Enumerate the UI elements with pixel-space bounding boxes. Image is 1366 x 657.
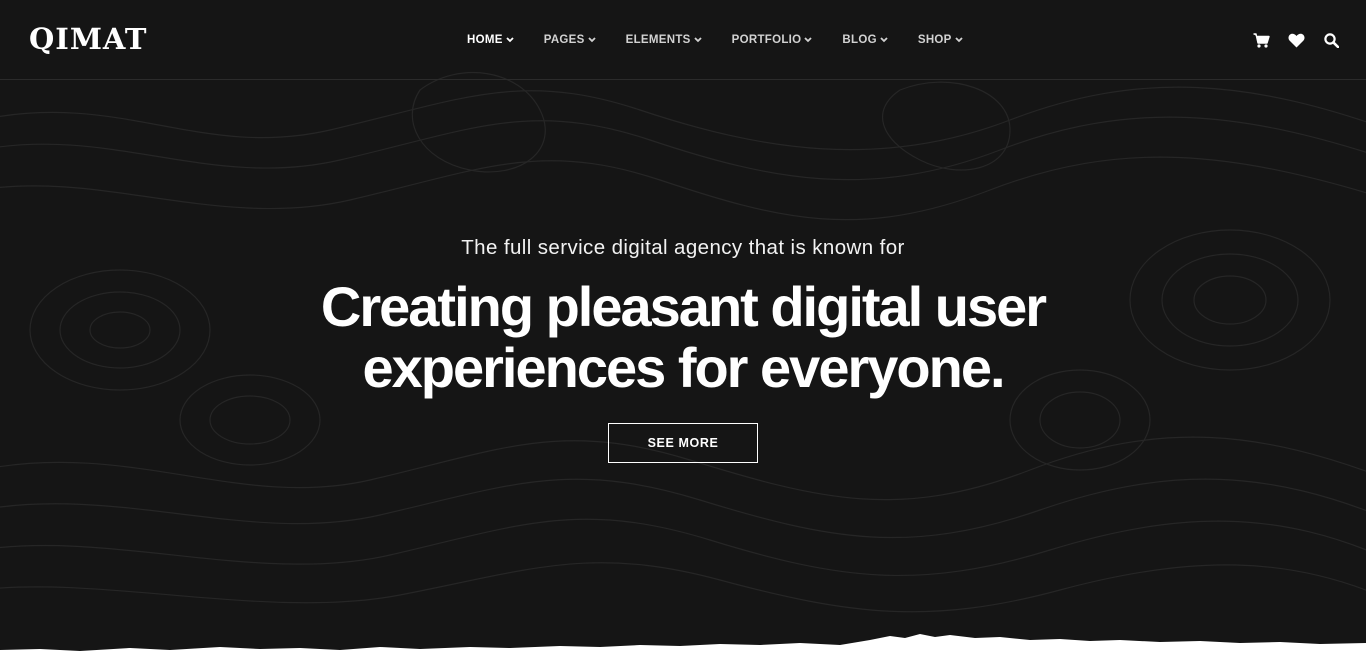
chevron-down-icon xyxy=(587,37,596,43)
chevron-down-icon xyxy=(694,37,702,43)
nav-item-label: PORTFOLIO xyxy=(731,34,802,46)
hero-title-line-2: experiences for everyone. xyxy=(362,336,1005,399)
search-icon[interactable] xyxy=(1322,31,1340,49)
nav-item-shop[interactable]: SHOP xyxy=(918,31,963,49)
see-more-button[interactable]: SEE MORE xyxy=(608,423,758,463)
hero-subtitle: The full service digital agency that is … xyxy=(461,236,905,259)
site-logo[interactable]: QIMAT xyxy=(29,22,147,56)
nav-item-elements[interactable]: ELEMENTS xyxy=(626,31,702,49)
hero-title-line-1: Creating pleasant digital user xyxy=(320,275,1047,338)
chevron-down-icon xyxy=(804,37,813,43)
site-header: QIMAT HOME PAGES ELEMENTS PORTFOLIO BLOG xyxy=(0,0,1366,80)
heart-icon[interactable] xyxy=(1287,31,1305,49)
hero-page: QIMAT HOME PAGES ELEMENTS PORTFOLIO BLOG xyxy=(0,0,1366,657)
nav-item-home[interactable]: HOME xyxy=(467,31,514,49)
chevron-down-icon xyxy=(955,37,963,43)
torn-paper-divider xyxy=(0,634,1366,657)
nav-item-label: HOME xyxy=(467,34,503,46)
nav-item-label: BLOG xyxy=(842,34,877,46)
nav-item-label: PAGES xyxy=(543,34,585,46)
nav-item-portfolio[interactable]: PORTFOLIO xyxy=(732,31,813,49)
header-actions xyxy=(1252,31,1340,49)
nav-item-blog[interactable]: BLOG xyxy=(842,31,888,49)
hero-title: Creating pleasant digital user experienc… xyxy=(0,276,1366,398)
main-nav: HOME PAGES ELEMENTS PORTFOLIO BLOG SHOP xyxy=(467,31,963,49)
chevron-down-icon xyxy=(880,37,888,43)
nav-item-label: ELEMENTS xyxy=(625,34,691,46)
nav-item-pages[interactable]: PAGES xyxy=(544,31,596,49)
cart-icon[interactable] xyxy=(1252,31,1270,49)
nav-item-label: SHOP xyxy=(917,34,952,46)
chevron-down-icon xyxy=(506,37,514,43)
